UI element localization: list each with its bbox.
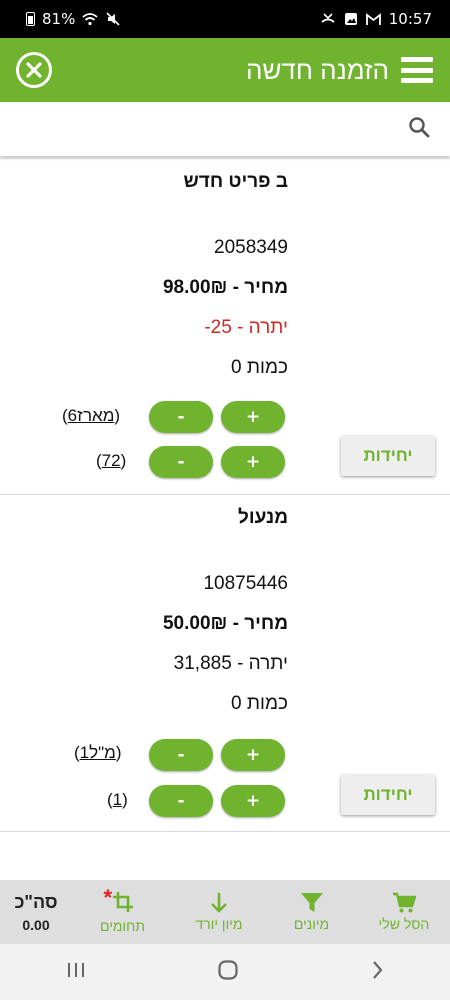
filter-icon <box>300 893 323 912</box>
cart-icon <box>393 892 416 913</box>
product-sku: 10875446 <box>203 573 288 594</box>
cart-label: הסל שלי <box>378 916 430 932</box>
unit-plus-button[interactable]: + <box>221 785 285 817</box>
unit-count: 1 <box>112 790 123 809</box>
product-sku: 2058349 <box>214 237 288 258</box>
product-quantity: כמות 0 <box>231 357 288 378</box>
system-nav-bar <box>0 944 450 1000</box>
package-minus-button[interactable]: - <box>149 401 213 433</box>
wifi-icon <box>82 11 98 27</box>
domains-button[interactable]: * תחומים <box>77 880 169 944</box>
package-label: (6מארז) <box>62 406 121 425</box>
status-bar: 81% 10:57 <box>0 0 450 38</box>
unit-minus-button[interactable]: - <box>149 785 213 817</box>
bottom-toolbar: סה"כ 0.00 * תחומים מיון יורד מיונים הסל … <box>0 880 450 944</box>
unit-minus-button[interactable]: - <box>149 446 213 478</box>
package-plus-button[interactable]: + <box>221 401 285 433</box>
unit-plus-button[interactable]: + <box>221 446 285 478</box>
package-count: 6 <box>67 406 78 425</box>
app-header: הזמנה חדשה <box>0 38 450 102</box>
sorts-button[interactable]: מיונים <box>270 880 354 944</box>
total-summary: סה"כ 0.00 <box>0 880 72 944</box>
back-icon[interactable] <box>370 960 384 984</box>
search-bar <box>0 102 450 156</box>
package-count: 1 <box>79 743 90 762</box>
sorts-label: מיונים <box>293 916 330 932</box>
package-plus-button[interactable]: + <box>221 739 285 771</box>
search-input[interactable] <box>10 110 390 148</box>
battery-percent: 81% <box>42 10 76 28</box>
unit-count-label: (1) <box>107 790 128 809</box>
recent-apps-icon[interactable] <box>66 961 86 983</box>
home-icon[interactable] <box>217 959 239 985</box>
units-button[interactable]: יחידות <box>341 436 435 476</box>
unit-count-label: (72) <box>96 451 127 470</box>
my-cart-button[interactable]: הסל שלי <box>358 880 450 944</box>
crop-icon: * <box>104 885 134 916</box>
status-right: 10:57 <box>320 10 432 28</box>
mute-icon <box>105 11 121 27</box>
product-balance: יתרה - 31,885 <box>173 653 288 674</box>
package-unit: מ"ל <box>89 743 116 762</box>
product-name: מנעול <box>238 507 288 528</box>
product-price: מחיר - 98.00₪ <box>162 277 288 298</box>
product-price: מחיר - 50.00₪ <box>162 613 288 634</box>
close-icon <box>26 62 42 78</box>
product-balance: יתרה - 25- <box>204 317 288 338</box>
required-star-icon: * <box>103 884 113 910</box>
total-label: סה"כ <box>14 891 58 912</box>
close-button[interactable] <box>16 52 52 88</box>
sort-desc-button[interactable]: מיון יורד <box>173 880 265 944</box>
product-quantity: כמות 0 <box>231 693 288 714</box>
product-name: ב פריט חדש <box>183 171 288 192</box>
clock: 10:57 <box>388 10 432 28</box>
battery-icon <box>26 12 35 26</box>
menu-icon[interactable] <box>401 57 433 83</box>
gmail-icon <box>366 11 382 27</box>
package-unit: מארז <box>77 406 115 425</box>
total-value: 0.00 <box>22 916 50 933</box>
units-button[interactable]: יחידות <box>341 775 435 815</box>
gallery-icon <box>343 11 359 27</box>
package-label: (1מ"ל) <box>74 743 122 762</box>
arrow-down-icon <box>211 893 227 913</box>
product-card: מנעול 10875446 מחיר - 50.00₪ יתרה - 31,8… <box>0 494 450 832</box>
package-minus-button[interactable]: - <box>149 739 213 771</box>
header-right: הזמנה חדשה <box>246 55 433 86</box>
unit-count: 72 <box>101 451 121 470</box>
sort-desc-label: מיון יורד <box>195 916 243 932</box>
product-card: ב פריט חדש 2058349 מחיר - 98.00₪ יתרה - … <box>0 158 450 494</box>
search-icon[interactable] <box>408 116 430 142</box>
page-title: הזמנה חדשה <box>245 54 389 85</box>
domains-label: תחומים <box>100 917 145 934</box>
missed-call-icon <box>320 11 336 27</box>
status-left: 81% <box>26 10 121 28</box>
